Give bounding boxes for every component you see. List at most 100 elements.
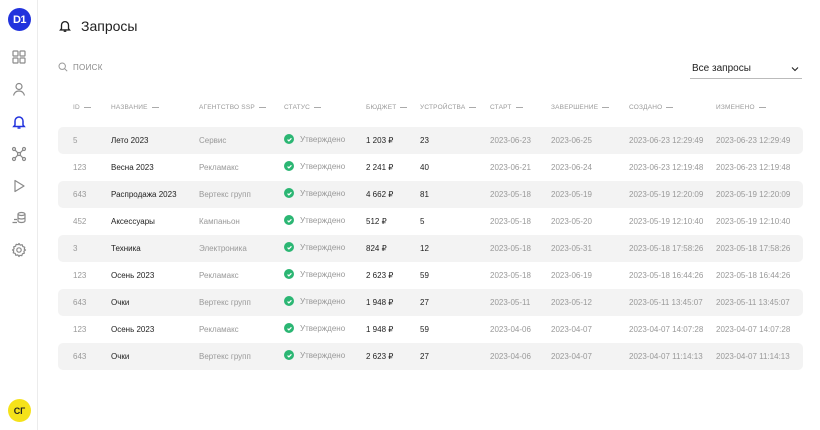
table-row[interactable]: 643 Очки Вертекс групп Утверждено 2 623 ₽ 27 2… [58,343,803,370]
cell-end: 2023-05-20 [551,217,592,226]
cell-devices: 5 [420,217,425,226]
cell-devices: 59 [420,325,429,334]
table-row[interactable]: 452 Аксессуары Кампаньон Утверждено 512 ₽ 5 20… [58,208,803,235]
cell-modified: 2023-05-18 17:58:26 [716,244,791,253]
status-text: Утверждено [300,188,346,198]
status-badge: Утверждено [284,350,345,360]
cell-created: 2023-04-07 11:14:13 [629,352,703,361]
cell-name: Лето 2023 [111,136,149,145]
cell-modified: 2023-06-23 12:19:48 [716,163,791,172]
dashboard-icon[interactable] [9,47,29,67]
cell-end: 2023-05-19 [551,190,592,199]
cell-end: 2023-06-25 [551,136,592,145]
request-filter-select[interactable]: Все запросы [690,59,802,79]
app-logo[interactable]: D1 [8,8,31,31]
cell-budget: 2 623 ₽ [366,271,394,280]
check-circle-icon [284,242,294,252]
cell-name: Аксессуары [111,217,155,226]
bell-icon[interactable] [9,112,29,132]
check-circle-icon [284,161,294,171]
cell-modified: 2023-05-19 12:20:09 [716,190,791,199]
check-circle-icon [284,134,294,144]
column-header-modified[interactable]: Изменено [716,104,766,111]
status-badge: Утверждено [284,296,345,306]
search-input[interactable]: поиск [58,62,103,72]
chevron-down-icon [791,66,799,71]
table-row[interactable]: 123 Осень 2023 Рекламакс Утверждено 1 948 ₽ 5… [58,316,803,343]
column-header-created[interactable]: Создано [629,104,674,111]
cell-created: 2023-05-19 12:20:09 [629,190,704,199]
status-text: Утверждено [300,350,346,360]
cell-modified: 2023-04-07 11:14:13 [716,352,790,361]
table-row[interactable]: 5 Лето 2023 Сервис Утверждено 1 203 ₽ 23 2023-… [58,127,803,154]
table-row[interactable]: 643 Очки Вертекс групп Утверждено 1 948 ₽ 27 2… [58,289,803,316]
user-avatar[interactable]: СГ [8,399,31,422]
cell-devices: 27 [420,352,429,361]
cell-start: 2023-04-06 [490,352,531,361]
column-header-agency[interactable]: Агентство SSP [199,104,266,111]
status-text: Утверждено [300,296,346,306]
cell-devices: 81 [420,190,429,199]
cell-name: Очки [111,298,130,307]
cell-modified: 2023-04-07 14:07:28 [716,325,791,334]
cell-id: 643 [73,298,87,307]
cell-agency: Рекламакс [199,325,239,334]
cell-name: Осень 2023 [111,325,155,334]
cell-created: 2023-05-18 16:44:26 [629,271,704,280]
check-circle-icon [284,215,294,225]
table-body: 5 Лето 2023 Сервис Утверждено 1 203 ₽ 23 2023-… [58,127,803,370]
cell-budget: 4 662 ₽ [366,190,394,199]
column-header-id[interactable]: ID [73,104,91,111]
cell-id: 123 [73,163,87,172]
cell-name: Осень 2023 [111,271,155,280]
check-circle-icon [284,323,294,333]
cell-devices: 23 [420,136,429,145]
column-header-end[interactable]: Завершение [551,104,610,111]
requests-table: ID Название Агентство SSP Статус Бюджет … [58,100,803,370]
cell-devices: 59 [420,271,429,280]
cell-budget: 1 948 ₽ [366,325,394,334]
cell-modified: 2023-05-18 16:44:26 [716,271,791,280]
cell-start: 2023-06-23 [490,136,531,145]
column-header-status[interactable]: Статус [284,104,322,111]
cell-agency: Рекламакс [199,163,239,172]
column-header-budget[interactable]: Бюджет [366,104,408,111]
cell-name: Техника [111,244,141,253]
database-icon[interactable] [9,208,29,228]
status-text: Утверждено [300,242,346,252]
check-circle-icon [284,350,294,360]
check-circle-icon [284,188,294,198]
cell-id: 643 [73,190,87,199]
network-icon[interactable] [9,144,29,164]
cell-agency: Рекламакс [199,271,239,280]
cell-start: 2023-04-06 [490,325,531,334]
cell-created: 2023-05-19 12:10:40 [629,217,704,226]
status-text: Утверждено [300,161,346,171]
settings-icon[interactable] [9,240,29,260]
cell-budget: 2 241 ₽ [366,163,394,172]
column-header-devices[interactable]: Устройства [420,104,477,111]
table-row[interactable]: 123 Весна 2023 Рекламакс Утверждено 2 241 ₽ 4… [58,154,803,181]
column-header-name[interactable]: Название [111,104,159,111]
check-circle-icon [284,296,294,306]
sidebar: D1 СГ [0,0,38,430]
cell-budget: 824 ₽ [366,244,387,253]
column-header-start[interactable]: Старт [490,104,523,111]
cell-created: 2023-06-23 12:29:49 [629,136,704,145]
cell-agency: Вертекс групп [199,298,251,307]
status-badge: Утверждено [284,269,345,279]
cell-devices: 40 [420,163,429,172]
play-icon[interactable] [9,176,29,196]
bell-icon [59,20,71,32]
status-badge: Утверждено [284,188,345,198]
cell-end: 2023-05-12 [551,298,592,307]
table-header: ID Название Агентство SSP Статус Бюджет … [58,100,803,117]
main-content: Запросы поиск Все запросы ID Название Аг… [38,0,820,430]
status-text: Утверждено [300,269,346,279]
table-row[interactable]: 3 Техника Электроника Утверждено 824 ₽ 12 2023… [58,235,803,262]
table-row[interactable]: 643 Распродажа 2023 Вертекс групп Утвержден… [58,181,803,208]
table-row[interactable]: 123 Осень 2023 Рекламакс Утверждено 2 623 ₽ 5… [58,262,803,289]
user-icon[interactable] [9,79,29,99]
cell-budget: 1 203 ₽ [366,136,394,145]
cell-created: 2023-05-11 13:45:07 [629,298,703,307]
